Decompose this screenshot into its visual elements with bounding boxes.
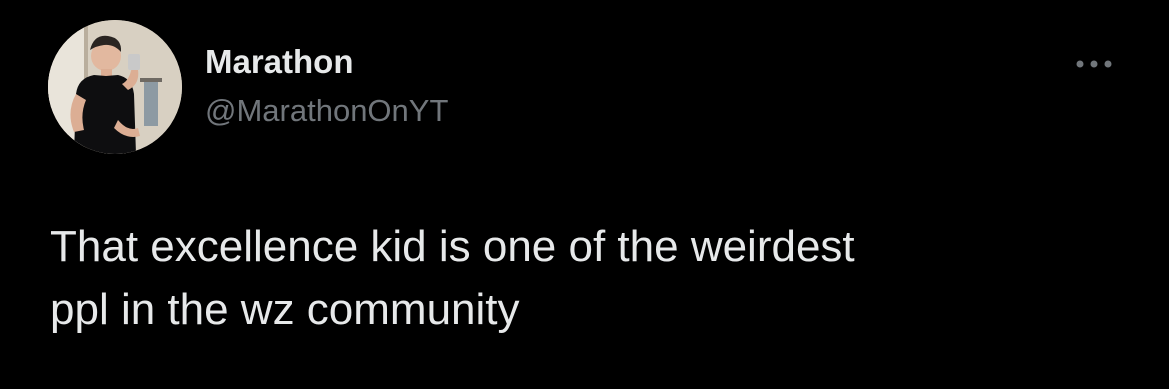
ellipsis-icon xyxy=(1076,60,1112,68)
avatar[interactable] xyxy=(48,20,182,154)
tweet-card: Marathon @MarathonOnYT That excellence k… xyxy=(0,0,1169,389)
author-handle[interactable]: @MarathonOnYT xyxy=(205,92,448,130)
profile-photo-icon xyxy=(48,20,182,154)
more-options-button[interactable] xyxy=(1068,46,1120,82)
tweet-text: That excellence kid is one of the weirde… xyxy=(50,222,855,334)
author-display-name[interactable]: Marathon xyxy=(205,42,354,82)
